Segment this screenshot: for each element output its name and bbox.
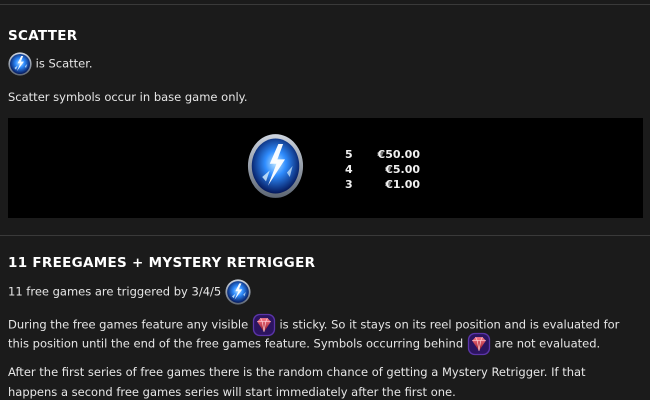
scatter-paytable-panel: 5 €50.00 4 €5.00 3 €1.00 <box>8 118 643 218</box>
paytable-count: 5 <box>345 148 353 161</box>
base-game-note: Scatter symbols occur in base game only. <box>8 90 248 104</box>
scatter-intro-line: is Scatter. <box>8 52 93 76</box>
lightning-scatter-icon <box>247 133 304 199</box>
trigger-line: 11 free games are triggered by 3/4/5 <box>8 279 251 305</box>
retrigger-line-1: After the first series of free games the… <box>8 365 586 379</box>
paytable-value: €5.00 <box>385 163 420 176</box>
trigger-text: 11 free games are triggered by 3/4/5 <box>8 284 222 299</box>
paytable-value: €50.00 <box>377 148 420 161</box>
sticky-text-a: During the free games feature any visibl… <box>8 317 249 332</box>
freegames-title: 11 FREEGAMES + MYSTERY RETRIGGER <box>8 255 316 271</box>
scatter-title: SCATTER <box>8 28 78 44</box>
top-divider <box>0 4 650 5</box>
lightning-scatter-icon <box>8 52 32 76</box>
section-divider <box>0 235 650 236</box>
retrigger-line-2: happens a second free games series will … <box>8 385 456 399</box>
sticky-text-b: is sticky. So it stays on its reel posit… <box>279 317 620 332</box>
lightning-scatter-icon <box>225 279 251 305</box>
paytable-count: 3 <box>345 178 353 191</box>
sticky-text-c: this position until the end of the free … <box>8 336 464 351</box>
sticky-line-2: this position until the end of the free … <box>8 332 600 356</box>
paytable-value: €1.00 <box>385 178 420 191</box>
paytable-count: 4 <box>345 163 353 176</box>
sticky-text-d: are not evaluated. <box>494 336 601 351</box>
ruby-gem-icon <box>467 332 491 356</box>
is-scatter-text: is Scatter. <box>35 56 93 71</box>
